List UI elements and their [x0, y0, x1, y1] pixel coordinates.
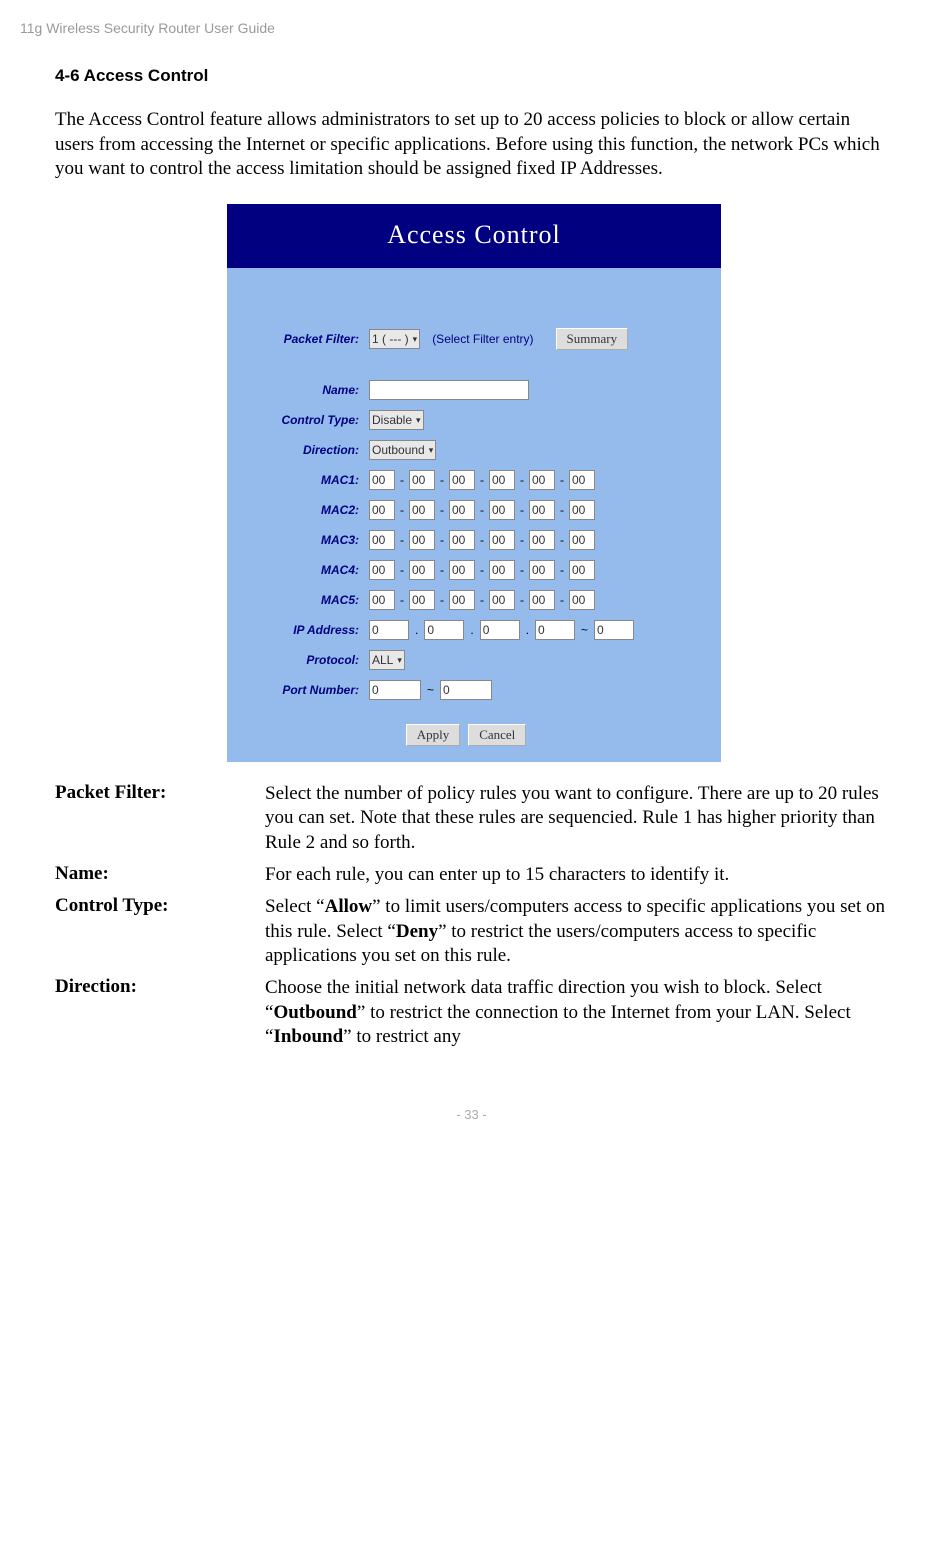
- mac1-oct5[interactable]: 00: [529, 470, 555, 490]
- def-term-direction: Direction:: [55, 976, 265, 1049]
- ip-oct4[interactable]: 0: [535, 620, 575, 640]
- def-desc-packet-filter: Select the number of policy rules you wa…: [265, 782, 893, 855]
- screenshot-title: Access Control: [227, 204, 721, 268]
- mac5-oct2[interactable]: 00: [409, 590, 435, 610]
- def-desc-control-type: Select “Allow” to limit users/computers …: [265, 895, 893, 968]
- mac5-oct1[interactable]: 00: [369, 590, 395, 610]
- ip-oct2[interactable]: 0: [424, 620, 464, 640]
- port-start-input[interactable]: 0: [369, 680, 421, 700]
- mac-separator: -: [399, 473, 405, 487]
- doc-header: 11g Wireless Security Router User Guide: [0, 0, 943, 36]
- mac3-oct1[interactable]: 00: [369, 530, 395, 550]
- ip-dot: .: [413, 623, 420, 637]
- control-type-select[interactable]: Disable: [369, 410, 424, 430]
- label-name: Name:: [239, 383, 369, 397]
- port-end-input[interactable]: 0: [440, 680, 492, 700]
- mac2-oct5[interactable]: 00: [529, 500, 555, 520]
- mac5-oct5[interactable]: 00: [529, 590, 555, 610]
- mac4-oct3[interactable]: 00: [449, 560, 475, 580]
- def-term-control-type: Control Type:: [55, 895, 265, 968]
- mac4-oct1[interactable]: 00: [369, 560, 395, 580]
- mac5-oct3[interactable]: 00: [449, 590, 475, 610]
- label-mac5: MAC5:: [239, 593, 369, 607]
- mac4-oct4[interactable]: 00: [489, 560, 515, 580]
- mac-separator: -: [519, 473, 525, 487]
- port-tilde: ~: [425, 683, 436, 697]
- label-mac3: MAC3:: [239, 533, 369, 547]
- section-heading: 4-6 Access Control: [55, 66, 893, 86]
- mac3-oct5[interactable]: 00: [529, 530, 555, 550]
- mac2-oct1[interactable]: 00: [369, 500, 395, 520]
- label-port-number: Port Number:: [239, 683, 369, 697]
- label-control-type: Control Type:: [239, 413, 369, 427]
- label-direction: Direction:: [239, 443, 369, 457]
- mac1-oct1[interactable]: 00: [369, 470, 395, 490]
- label-protocol: Protocol:: [239, 653, 369, 667]
- mac2-oct4[interactable]: 00: [489, 500, 515, 520]
- mac2-oct3[interactable]: 00: [449, 500, 475, 520]
- name-input[interactable]: [369, 380, 529, 400]
- def-term-name: Name:: [55, 863, 265, 887]
- packet-filter-hint: (Select Filter entry): [432, 332, 533, 346]
- protocol-select[interactable]: ALL: [369, 650, 405, 670]
- mac-separator: -: [559, 473, 565, 487]
- mac4-oct2[interactable]: 00: [409, 560, 435, 580]
- mac1-oct4[interactable]: 00: [489, 470, 515, 490]
- mac-separator: -: [439, 473, 445, 487]
- mac4-oct5[interactable]: 00: [529, 560, 555, 580]
- mac1-oct3[interactable]: 00: [449, 470, 475, 490]
- packet-filter-select[interactable]: 1 ( --- ): [369, 329, 420, 349]
- mac2-oct6[interactable]: 00: [569, 500, 595, 520]
- mac1-oct2[interactable]: 00: [409, 470, 435, 490]
- def-desc-name: For each rule, you can enter up to 15 ch…: [265, 863, 893, 887]
- label-mac4: MAC4:: [239, 563, 369, 577]
- mac3-oct6[interactable]: 00: [569, 530, 595, 550]
- mac3-oct4[interactable]: 00: [489, 530, 515, 550]
- summary-button[interactable]: Summary: [556, 328, 629, 350]
- mac-separator: -: [479, 473, 485, 487]
- ip-oct1[interactable]: 0: [369, 620, 409, 640]
- mac3-oct3[interactable]: 00: [449, 530, 475, 550]
- label-mac1: MAC1:: [239, 473, 369, 487]
- ip-oct3[interactable]: 0: [480, 620, 520, 640]
- mac5-oct6[interactable]: 00: [569, 590, 595, 610]
- mac3-oct2[interactable]: 00: [409, 530, 435, 550]
- mac4-oct6[interactable]: 00: [569, 560, 595, 580]
- label-packet-filter: Packet Filter:: [239, 332, 369, 346]
- label-ip-address: IP Address:: [239, 623, 369, 637]
- apply-button[interactable]: Apply: [406, 724, 461, 746]
- direction-select[interactable]: Outbound: [369, 440, 436, 460]
- def-desc-direction: Choose the initial network data traffic …: [265, 976, 893, 1049]
- access-control-screenshot: Access Control Packet Filter: 1 ( --- ) …: [227, 204, 721, 762]
- def-term-packet-filter: Packet Filter:: [55, 782, 265, 855]
- intro-paragraph: The Access Control feature allows admini…: [55, 108, 893, 182]
- page-number: - 33 -: [0, 1077, 943, 1142]
- label-mac2: MAC2:: [239, 503, 369, 517]
- ip-range-end[interactable]: 0: [594, 620, 634, 640]
- mac5-oct4[interactable]: 00: [489, 590, 515, 610]
- mac1-oct6[interactable]: 00: [569, 470, 595, 490]
- mac2-oct2[interactable]: 00: [409, 500, 435, 520]
- ip-tilde: ~: [579, 623, 590, 637]
- cancel-button[interactable]: Cancel: [468, 724, 526, 746]
